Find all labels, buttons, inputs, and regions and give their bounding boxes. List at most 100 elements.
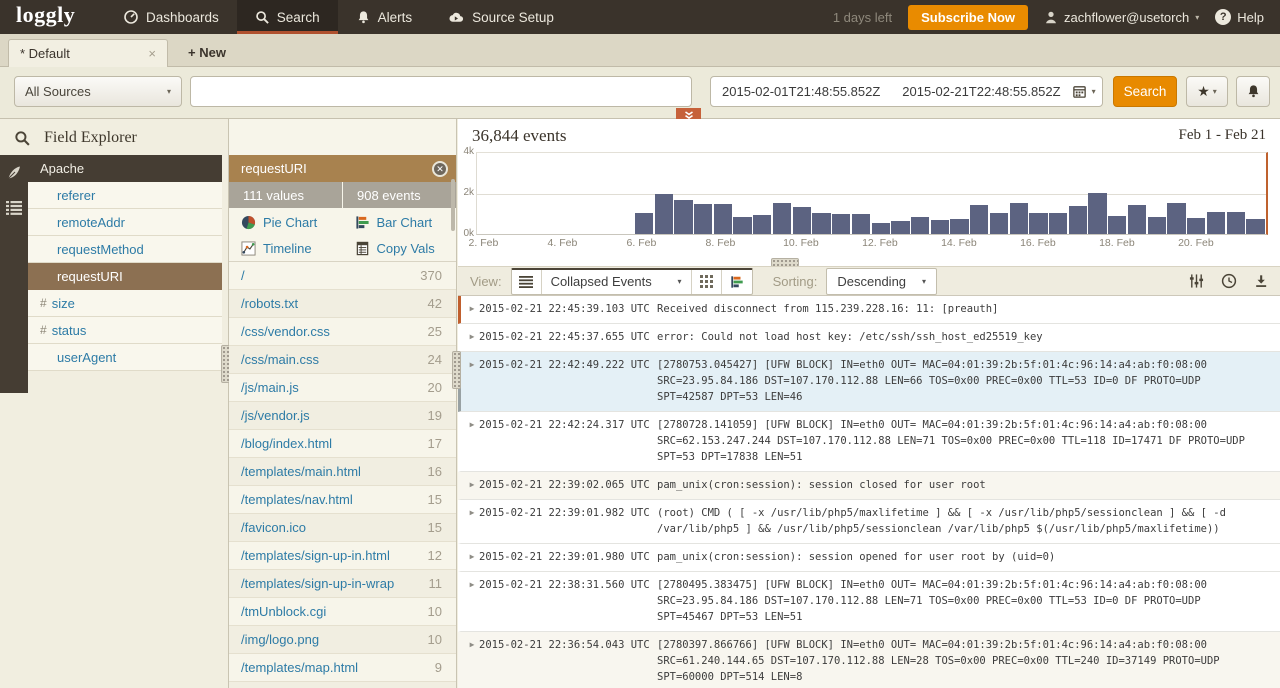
event-row[interactable]: ▶ 2015-02-21 22:45:37.655 UTC error: Cou… — [458, 324, 1280, 352]
chart-bar[interactable] — [1069, 206, 1087, 234]
field-value-row[interactable]: /css/vendor.css 25 — [229, 318, 456, 346]
splitter-grip[interactable] — [452, 351, 461, 389]
display-options-button[interactable] — [1189, 273, 1204, 289]
chart-bar[interactable] — [1108, 216, 1126, 234]
chart-bar[interactable] — [872, 223, 890, 234]
chart-bar[interactable] — [655, 194, 673, 235]
close-icon[interactable]: × — [148, 46, 156, 61]
event-row[interactable]: ▶ 2015-02-21 22:38:31.560 UTC [2780495.3… — [458, 572, 1280, 632]
field-value-row[interactable]: /js/vendor.js 19 — [229, 402, 456, 430]
sorting-dropdown[interactable]: Descending ▾ — [826, 268, 937, 295]
nav-alerts[interactable]: Alerts — [338, 0, 431, 34]
grid-view-button[interactable] — [692, 270, 722, 294]
chart-bar[interactable] — [753, 215, 771, 234]
chart-bar[interactable] — [1049, 213, 1067, 234]
expand-arrow-icon[interactable]: ▶ — [465, 477, 479, 493]
expand-arrow-icon[interactable]: ▶ — [465, 577, 479, 625]
calendar-dropdown-button[interactable]: ▾ — [1072, 84, 1105, 99]
chart-bar[interactable] — [832, 214, 850, 234]
chart-bar[interactable] — [1246, 219, 1264, 234]
field-row[interactable]: # size — [28, 290, 222, 317]
chart-bar[interactable] — [852, 214, 870, 234]
expand-arrow-icon[interactable]: ▶ — [465, 301, 479, 317]
chart-bar[interactable] — [990, 213, 1008, 234]
event-row[interactable]: ▶ 2015-02-21 22:45:39.103 UTC Received d… — [458, 296, 1280, 324]
search-button[interactable]: Search — [1113, 76, 1177, 107]
field-value-row[interactable]: /templates/main.html 16 — [229, 458, 456, 486]
field-value-row[interactable]: /templates/nav.html 15 — [229, 486, 456, 514]
field-value-row[interactable]: /js/main.js 20 — [229, 374, 456, 402]
new-tab-button[interactable]: + New — [188, 45, 226, 60]
field-group-apache[interactable]: Apache — [28, 155, 222, 182]
chart-bar[interactable] — [635, 213, 653, 234]
chart-bar[interactable] — [1227, 212, 1245, 234]
event-row[interactable]: ▶ 2015-02-21 22:42:49.222 UTC [2780753.0… — [458, 352, 1280, 412]
field-value-row[interactable]: /robots.txt 42 — [229, 290, 456, 318]
view-mode-dropdown[interactable]: Collapsed Events ▾ — [542, 270, 692, 294]
nav-source-setup[interactable]: Source Setup — [430, 0, 572, 34]
event-row[interactable]: ▶ 2015-02-21 22:36:54.043 UTC [2780397.8… — [458, 632, 1280, 688]
chart-bar[interactable] — [812, 213, 830, 234]
field-value-row[interactable]: /img/logo.png 10 — [229, 626, 456, 654]
list-view-button[interactable] — [512, 270, 542, 294]
chart-view-button[interactable] — [722, 270, 752, 294]
field-value-row[interactable]: /templates/sign-up-in.html 12 — [229, 542, 456, 570]
chart-bar[interactable] — [1187, 218, 1205, 234]
chart-bar[interactable] — [793, 207, 811, 234]
event-row[interactable]: ▶ 2015-02-21 22:39:02.065 UTC pam_unix(c… — [458, 472, 1280, 500]
subscribe-now-button[interactable]: Subscribe Now — [908, 5, 1028, 30]
chart-bar[interactable] — [970, 205, 988, 234]
source-selector[interactable]: All Sources ▾ — [14, 76, 182, 107]
nav-search[interactable]: Search — [237, 0, 338, 34]
user-menu[interactable]: zachflower@usetorch ▾ — [1044, 10, 1199, 25]
field-row[interactable]: requestURI — [28, 263, 222, 290]
nav-dashboards[interactable]: Dashboards — [105, 0, 237, 34]
chart-bar[interactable] — [1029, 213, 1047, 234]
field-value-row[interactable]: /blog/css/style.css 9 — [229, 682, 456, 688]
event-row[interactable]: ▶ 2015-02-21 22:39:01.980 UTC pam_unix(c… — [458, 544, 1280, 572]
close-icon[interactable]: ✕ — [432, 161, 448, 177]
tab-default[interactable]: * Default × — [8, 39, 168, 67]
chart-bar[interactable] — [714, 204, 732, 234]
expand-arrow-icon[interactable]: ▶ — [465, 329, 479, 345]
field-row[interactable]: referer — [28, 182, 222, 209]
field-value-row[interactable]: /templates/sign-up-in-wrap 11 — [229, 570, 456, 598]
chart-bar[interactable] — [931, 220, 949, 234]
expand-arrow-icon[interactable]: ▶ — [465, 505, 479, 537]
field-value-row[interactable]: /css/main.css 24 — [229, 346, 456, 374]
bar-chart-button[interactable]: Bar Chart — [343, 209, 457, 235]
expand-arrow-icon[interactable]: ▶ — [465, 637, 479, 685]
chart-bar[interactable] — [1128, 205, 1146, 234]
expand-arrow-icon[interactable]: ▶ — [465, 357, 479, 405]
scrollbar-thumb[interactable] — [451, 179, 455, 231]
chart-bar[interactable] — [950, 219, 968, 234]
field-row[interactable]: # status — [28, 317, 222, 344]
pie-chart-button[interactable]: Pie Chart — [229, 209, 343, 235]
search-query-input[interactable] — [190, 76, 692, 107]
list-icon[interactable] — [6, 201, 22, 215]
download-icon[interactable] — [1254, 273, 1268, 289]
chart-bar[interactable] — [911, 217, 929, 234]
chart-bar[interactable] — [733, 217, 751, 234]
copy-values-button[interactable]: Copy Vals — [343, 235, 457, 261]
field-value-row[interactable]: /blog/index.html 17 — [229, 430, 456, 458]
chart-bar[interactable] — [891, 221, 909, 234]
chart-bar[interactable] — [1207, 212, 1225, 234]
expand-arrow-icon[interactable]: ▶ — [465, 549, 479, 565]
field-row[interactable]: remoteAddr — [28, 209, 222, 236]
chart-bar[interactable] — [1088, 193, 1106, 235]
field-value-row[interactable]: / 370 — [229, 262, 456, 290]
help-menu[interactable]: ? Help — [1215, 9, 1264, 25]
quill-icon[interactable] — [6, 165, 22, 181]
field-value-row[interactable]: /favicon.ico 15 — [229, 514, 456, 542]
create-alert-button[interactable] — [1236, 76, 1270, 107]
field-row[interactable]: userAgent — [28, 344, 222, 371]
chart-bar[interactable] — [1010, 203, 1028, 234]
field-row[interactable]: requestMethod — [28, 236, 222, 263]
chart-bar[interactable] — [694, 204, 712, 234]
date-from-field[interactable]: 2015-02-01T21:48:55.852Z — [711, 84, 891, 99]
chart-bar[interactable] — [1148, 217, 1166, 234]
chart-bar[interactable] — [1167, 203, 1185, 234]
field-value-row[interactable]: /tmUnblock.cgi 10 — [229, 598, 456, 626]
chart-bar[interactable] — [773, 203, 791, 234]
